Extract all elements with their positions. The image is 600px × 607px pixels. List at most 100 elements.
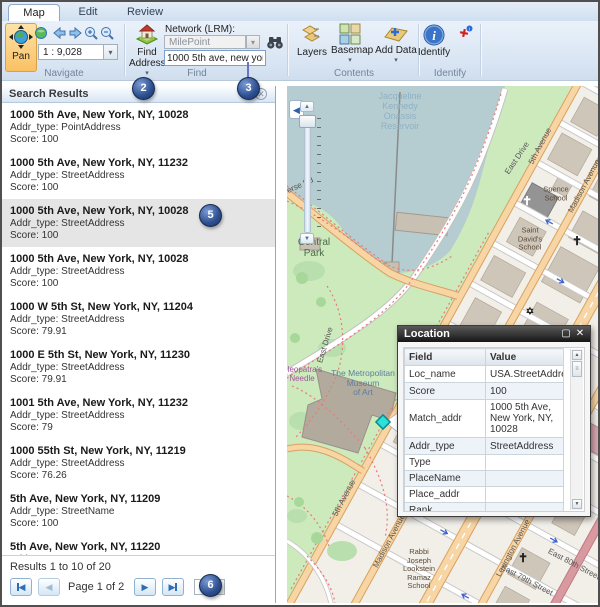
result-item[interactable]: 5th Ave, New York, NY, 11209 Addr_type: … [2, 487, 275, 535]
scroll-down-icon[interactable]: ▼ [572, 499, 582, 509]
result-item[interactable]: 1001 5th Ave, New York, NY, 11232 Addr_t… [2, 391, 275, 439]
table-row[interactable]: PlaceName [405, 471, 564, 487]
callout-badge-6: 6 [199, 574, 222, 597]
map-label-spence-school: Spence School [543, 186, 568, 203]
result-item[interactable]: 5th Ave, New York, NY, 11220 Addr_type: … [2, 535, 275, 555]
result-address: 5th Ave, New York, NY, 11209 [10, 493, 267, 506]
table-row[interactable]: Loc_name USA.StreetAddress [405, 366, 564, 383]
maximize-icon[interactable]: ▢ [560, 328, 572, 340]
scroll-up-icon[interactable]: ▲ [572, 350, 582, 360]
network-combo-dropdown[interactable]: ▾ [246, 35, 260, 49]
result-address: 1000 W 5th St, New York, NY, 11204 [10, 301, 267, 314]
scrollbar-thumb[interactable]: ≡ [572, 361, 582, 377]
binoculars-icon[interactable] [266, 35, 284, 50]
map-label-cleopatras-needle: Cleopatra's Needle [287, 365, 322, 383]
value-cell [486, 471, 564, 487]
callout-badge-3: 3 [237, 77, 260, 100]
zoom-out-icon[interactable] [100, 26, 115, 40]
back-extent-arrow-icon[interactable] [52, 26, 67, 40]
result-item[interactable]: 1000 E 5th St, New York, NY, 11230 Addr_… [2, 343, 275, 391]
field-cell: Rank [405, 503, 486, 513]
field-cell: Type [405, 455, 486, 471]
synagogue-star-icon: ✡ [526, 307, 534, 318]
add-data-icon [383, 23, 409, 45]
map-label-reservoir: Jacqueline Kennedy Onassis Reservoir [378, 91, 421, 131]
table-row[interactable]: Addr_type StreetAddress [405, 438, 564, 455]
table-row[interactable]: Rank [405, 503, 564, 513]
location-popup: Location ▢ ✕ Field Value Loc_name USA.St… [397, 325, 591, 517]
layers-label: Layers [294, 47, 330, 58]
zoom-in-icon[interactable] [84, 26, 99, 40]
location-attribute-table: Field Value Loc_name USA.StreetAddress S… [403, 347, 585, 512]
zoom-slider-thumb[interactable] [299, 115, 316, 128]
basemap-button[interactable]: Basemap ▾ [331, 23, 369, 64]
previous-page-button[interactable]: ◀ [38, 578, 60, 596]
navigate-group-label: Navigate [19, 68, 109, 79]
pan-label: Pan [6, 51, 36, 62]
basemap-caret-icon: ▾ [331, 56, 369, 64]
result-score: Score: 76.26 [10, 470, 267, 482]
result-item[interactable]: 1000 5th Ave, New York, NY, 11232 Addr_t… [2, 151, 275, 199]
network-combo[interactable]: MilePoint [164, 35, 246, 49]
table-scrollbar[interactable]: ▲ ≡ ▼ [570, 349, 583, 510]
callout-badge-5: 5 [199, 204, 222, 227]
value-cell: USA.StreetAddress [486, 366, 564, 383]
basemap-icon [339, 23, 361, 45]
result-item-selected[interactable]: 1000 5th Ave, New York, NY, 10028 Addr_t… [2, 199, 275, 247]
table-row[interactable]: Score 100 [405, 383, 564, 400]
result-addr-type: Addr_type: StreetAddress [10, 266, 267, 278]
result-score: Score: 100 [10, 518, 267, 530]
result-address: 1000 5th Ave, New York, NY, 10028 [10, 109, 267, 122]
table-row[interactable]: Match_addr 1000 5th Ave, New York, NY, 1… [405, 400, 564, 438]
tab-review[interactable]: Review [117, 4, 173, 21]
add-data-label: Add Data [374, 45, 418, 56]
church-cross-icon: ✝ [522, 194, 532, 208]
result-item[interactable]: 1000 W 5th St, New York, NY, 11204 Addr_… [2, 295, 275, 343]
map-label-rabbi-school: Rabbi Joseph Lookstein Ramaz School [403, 548, 435, 591]
add-data-button[interactable]: Add Data ▾ [374, 23, 418, 64]
result-score: Score: 100 [10, 134, 267, 146]
value-cell [486, 503, 564, 513]
map-label-saint-davids-school: Saint David's School [518, 226, 542, 252]
table-row[interactable]: Place_addr [405, 487, 564, 503]
field-cell: Addr_type [405, 438, 486, 455]
close-icon[interactable]: ✕ [574, 328, 586, 340]
pan-globe-icon [8, 24, 34, 50]
table-row[interactable]: Type [405, 455, 564, 471]
zoom-slider-up-button[interactable]: ▲ [300, 101, 314, 112]
layers-button[interactable]: Layers [294, 23, 330, 58]
location-popup-titlebar[interactable]: Location ▢ ✕ [398, 326, 590, 342]
results-summary: Results 1 to 10 of 20 [10, 561, 111, 573]
scale-dropdown-button[interactable]: ▾ [103, 44, 118, 60]
location-popup-title: Location [404, 328, 450, 340]
field-cell: Match_addr [405, 400, 486, 438]
value-cell: 1000 5th Ave, New York, NY, 10028 [486, 400, 564, 438]
find-address-input[interactable] [164, 50, 266, 66]
result-item[interactable]: 1000 5th Ave, New York, NY, 10028 Addr_t… [2, 103, 275, 151]
first-page-button[interactable]: ◀ [10, 578, 32, 596]
group-separator [287, 24, 289, 76]
result-address: 1001 5th Ave, New York, NY, 11232 [10, 397, 267, 410]
next-page-button[interactable]: ▶ [134, 578, 156, 596]
result-item[interactable]: 1000 5th Ave, New York, NY, 10028 Addr_t… [2, 247, 275, 295]
result-addr-type: Addr_type: StreetAddress [10, 362, 267, 374]
network-label: Network (LRM): [165, 24, 235, 35]
church-cross-icon: ✝ [572, 234, 582, 248]
contents-group-label: Contents [309, 68, 399, 79]
forward-extent-arrow-icon[interactable] [68, 26, 83, 40]
identify-icon: i [422, 23, 446, 47]
result-item[interactable]: 1000 55th St, New York, NY, 11219 Addr_t… [2, 439, 275, 487]
zoom-slider-track[interactable] [304, 114, 311, 233]
tab-edit[interactable]: Edit [62, 4, 114, 21]
pan-button[interactable]: Pan [5, 23, 37, 72]
tab-map[interactable]: Map [8, 4, 60, 22]
result-addr-type: Addr_type: StreetAddress [10, 218, 267, 230]
result-addr-type: Addr_type: StreetAddress [10, 170, 267, 182]
last-page-button[interactable]: ▶ [162, 578, 184, 596]
identify-location-tool-icon[interactable]: i [457, 25, 473, 41]
full-extent-globe-icon[interactable] [34, 26, 49, 40]
identify-button[interactable]: i Identify [416, 23, 452, 58]
zoom-slider-down-button[interactable]: ▼ [300, 233, 314, 244]
search-results-list: 1000 5th Ave, New York, NY, 10028 Addr_t… [2, 103, 275, 555]
search-results-panel: Search Results ✕ 1000 5th Ave, New York,… [2, 86, 276, 603]
